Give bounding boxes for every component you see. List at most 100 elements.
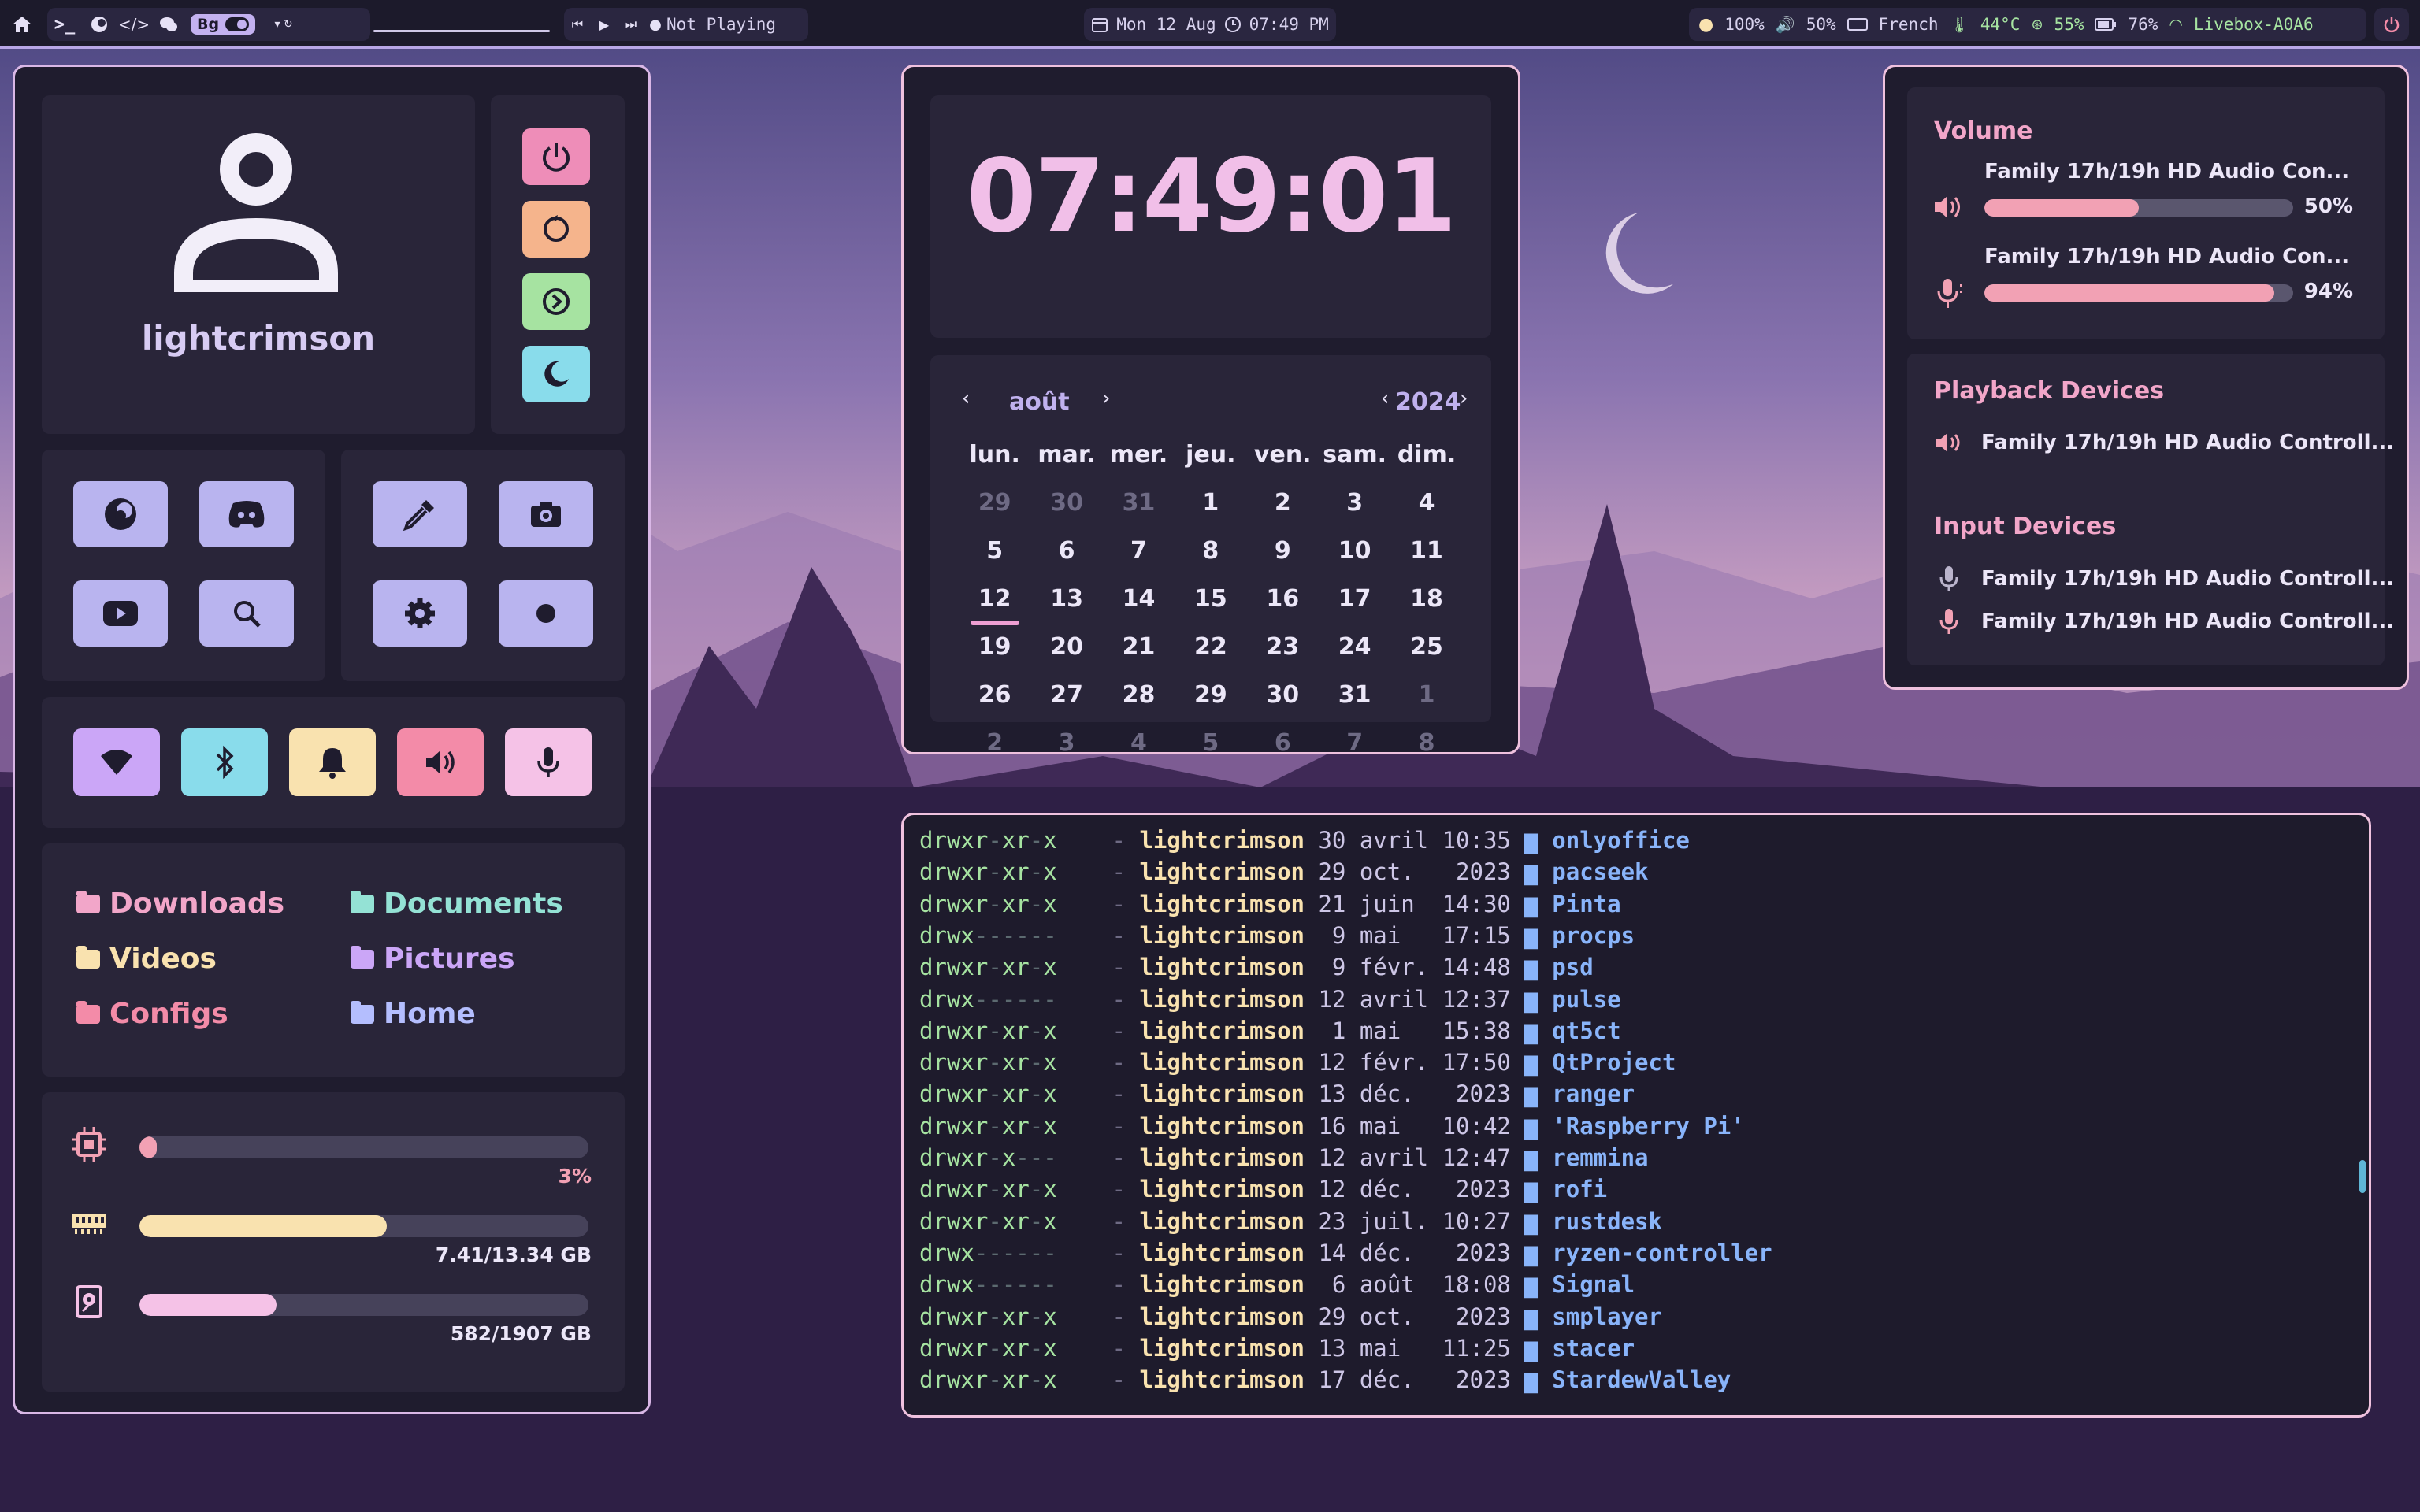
calendar-day[interactable]: 13 (1030, 585, 1102, 613)
wallpaper-toggle[interactable]: Bg (191, 14, 256, 35)
calendar-day[interactable]: 31 (1103, 489, 1175, 517)
calendar-day[interactable]: 25 (1390, 633, 1462, 661)
firefox-button[interactable] (73, 481, 168, 547)
calendar-day[interactable]: 20 (1030, 633, 1102, 661)
chat-icon[interactable] (151, 8, 186, 41)
calendar-day[interactable]: 1 (1390, 681, 1462, 709)
keyboard-layout[interactable]: French (1879, 15, 1939, 34)
terminal-scrollbar[interactable] (2359, 1160, 2366, 1193)
file-name[interactable]: pulse (1552, 986, 1620, 1013)
settings-button[interactable] (373, 580, 467, 647)
speaker-icon[interactable] (1932, 193, 1964, 221)
calendar-day[interactable]: 4 (1390, 489, 1462, 517)
logout-button[interactable] (522, 273, 590, 330)
folder-pictures[interactable]: Pictures (351, 943, 515, 975)
calendar-day[interactable]: 2 (959, 729, 1030, 757)
folder-configs[interactable]: Configs (76, 998, 228, 1030)
datetime[interactable]: Mon 12 Aug 07:49 PM (1084, 8, 1336, 41)
sleep-button[interactable] (522, 346, 590, 402)
output-volume-slider[interactable] (1984, 199, 2293, 217)
prev-year-icon[interactable]: ‹ (1381, 387, 1389, 410)
tray-icon[interactable]: ▾ ↻ (260, 8, 307, 41)
file-name[interactable]: 'Raspberry Pi' (1552, 1113, 1744, 1140)
terminal-window[interactable]: drwxr-xr-x - lightcrimson 30 avril 10:35… (901, 813, 2371, 1418)
file-name[interactable]: stacer (1552, 1335, 1635, 1362)
folder-videos[interactable]: Videos (76, 943, 217, 975)
file-name[interactable]: smplayer (1552, 1303, 1662, 1330)
calendar-day[interactable]: 18 (1390, 585, 1462, 613)
wifi-network[interactable]: Livebox-A0A6 (2194, 15, 2314, 34)
calendar-day[interactable]: 16 (1247, 585, 1319, 613)
calendar-day[interactable]: 21 (1103, 633, 1175, 661)
discord-button[interactable] (199, 481, 294, 547)
file-name[interactable]: qt5ct (1552, 1017, 1620, 1044)
folder-home[interactable]: Home (351, 998, 476, 1030)
next-month-icon[interactable]: › (1102, 387, 1110, 410)
restart-button[interactable] (522, 201, 590, 258)
next-icon[interactable]: ⏭ (618, 8, 644, 41)
calendar-day[interactable]: 30 (1030, 489, 1102, 517)
input-device-item[interactable]: Family 17h/19h HD Audio Controll... (1937, 607, 2394, 636)
file-name[interactable]: ranger (1552, 1080, 1635, 1107)
color-picker-button[interactable] (373, 481, 467, 547)
calendar-day[interactable]: 19 (959, 633, 1030, 661)
code-icon[interactable]: </> (117, 8, 151, 41)
file-name[interactable]: pacseek (1552, 858, 1648, 885)
calendar-day[interactable]: 27 (1030, 681, 1102, 709)
screenshot-button[interactable] (499, 481, 593, 547)
calendar-day[interactable]: 30 (1247, 681, 1319, 709)
folder-downloads[interactable]: Downloads (76, 888, 284, 920)
search-button[interactable] (199, 580, 294, 647)
calendar-day[interactable]: 31 (1319, 681, 1390, 709)
calendar-day[interactable]: 9 (1247, 537, 1319, 565)
calendar-day[interactable]: 11 (1390, 537, 1462, 565)
file-name[interactable]: rofi (1552, 1176, 1607, 1203)
youtube-button[interactable] (73, 580, 168, 647)
file-name[interactable]: Pinta (1552, 891, 1620, 917)
calendar-day[interactable]: 4 (1103, 729, 1175, 757)
calendar-day[interactable]: 3 (1030, 729, 1102, 757)
file-name[interactable]: ryzen-controller (1552, 1240, 1772, 1266)
record-button[interactable] (499, 580, 593, 647)
calendar-day[interactable]: 8 (1390, 729, 1462, 757)
playback-device-item[interactable]: Family 17h/19h HD Audio Controll... (1934, 431, 2394, 454)
calendar-day[interactable]: 10 (1319, 537, 1390, 565)
calendar-day[interactable]: 28 (1103, 681, 1175, 709)
input-volume-slider[interactable] (1984, 284, 2293, 302)
file-name[interactable]: psd (1552, 954, 1593, 980)
input-device-item[interactable]: Family 17h/19h HD Audio Controll... (1937, 565, 2394, 593)
firefox-icon[interactable] (82, 8, 117, 41)
calendar-day[interactable]: 22 (1175, 633, 1246, 661)
previous-icon[interactable]: ⏮ (564, 8, 591, 41)
calendar-day[interactable]: 29 (1175, 681, 1246, 709)
calendar-day[interactable]: 3 (1319, 489, 1390, 517)
file-name[interactable]: Signal (1552, 1271, 1635, 1298)
microphone-toggle[interactable] (505, 728, 592, 796)
calendar-day[interactable]: 2 (1247, 489, 1319, 517)
microphone-icon[interactable] (1934, 276, 1965, 311)
file-name[interactable]: procps (1552, 922, 1635, 949)
calendar-day[interactable]: 7 (1319, 729, 1390, 757)
speaker-toggle[interactable] (397, 728, 484, 796)
file-name[interactable]: onlyoffice (1552, 827, 1690, 854)
notifications-toggle[interactable] (289, 728, 376, 796)
calendar-day[interactable]: 17 (1319, 585, 1390, 613)
wifi-toggle[interactable] (73, 728, 160, 796)
calendar-day[interactable]: 23 (1247, 633, 1319, 661)
calendar-day[interactable]: 14 (1103, 585, 1175, 613)
calendar-day[interactable]: 29 (959, 489, 1030, 517)
bluetooth-toggle[interactable] (181, 728, 268, 796)
terminal-icon[interactable]: >_ (47, 8, 82, 41)
calendar-day[interactable]: 6 (1247, 729, 1319, 757)
file-name[interactable]: remmina (1552, 1144, 1648, 1171)
calendar-day[interactable]: 26 (959, 681, 1030, 709)
calendar-day-today[interactable]: 12 (959, 585, 1030, 625)
brightness-level[interactable]: 100% (1724, 15, 1765, 34)
calendar-day[interactable]: 5 (1175, 729, 1246, 757)
calendar-day[interactable]: 5 (959, 537, 1030, 565)
calendar-day[interactable]: 7 (1103, 537, 1175, 565)
file-name[interactable]: StardewValley (1552, 1366, 1731, 1393)
calendar-day[interactable]: 8 (1175, 537, 1246, 565)
calendar-day[interactable]: 15 (1175, 585, 1246, 613)
calendar-day[interactable]: 24 (1319, 633, 1390, 661)
